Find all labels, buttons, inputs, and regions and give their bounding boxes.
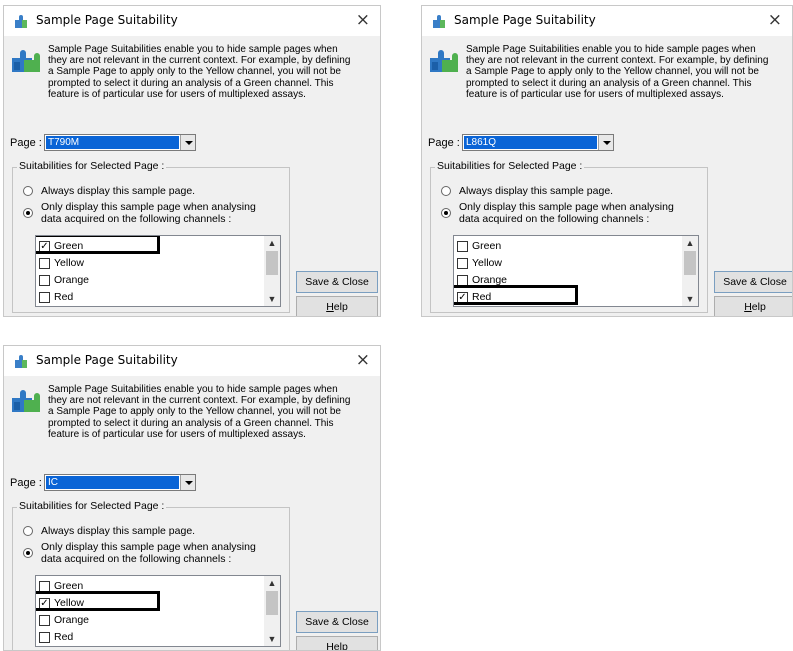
dialog-title: Sample Page Suitability	[36, 13, 178, 27]
channel-checkbox[interactable]	[457, 258, 468, 269]
channel-label: Yellow	[54, 257, 84, 269]
radio-button[interactable]	[23, 526, 33, 536]
scrollbar[interactable]: ▲ ▼	[682, 236, 698, 306]
scrollbar[interactable]: ▲ ▼	[264, 576, 280, 646]
radio-button[interactable]	[441, 186, 451, 196]
title-bar: Sample Page Suitability ×	[422, 6, 792, 36]
puzzle-pieces-icon	[12, 390, 40, 412]
page-dropdown-value: T790M	[46, 136, 179, 149]
channel-checkbox[interactable]	[39, 632, 50, 643]
sample-page-suitability-dialog: Sample Page Suitability × Sample Page Su…	[3, 5, 381, 317]
scroll-down-icon[interactable]: ▼	[264, 292, 280, 306]
dialog-title: Sample Page Suitability	[36, 353, 178, 367]
channel-label: Red	[54, 631, 74, 643]
channel-item-green[interactable]: Green	[457, 238, 677, 255]
radio-label: Only display this sample page when analy…	[41, 541, 256, 565]
scroll-up-icon[interactable]: ▲	[682, 236, 698, 250]
dialog-title: Sample Page Suitability	[454, 13, 596, 27]
save-close-button[interactable]: Save & Close	[296, 611, 378, 633]
page-dropdown[interactable]: T790M	[44, 134, 196, 151]
radio-label: Always display this sample page.	[459, 185, 614, 197]
radio-button[interactable]	[23, 208, 33, 218]
chevron-down-icon[interactable]	[180, 475, 195, 490]
group-label: Suitabilities for Selected Page :	[17, 160, 167, 172]
channel-checkbox[interactable]	[39, 292, 50, 303]
save-close-button[interactable]: Save & Close	[714, 271, 792, 293]
radio-button[interactable]	[23, 548, 33, 558]
title-bar: Sample Page Suitability ×	[4, 346, 380, 376]
highlight-box	[36, 591, 160, 611]
channel-label: Yellow	[472, 257, 502, 269]
description-text: Sample Page Suitabilities enable you to …	[466, 44, 769, 100]
channel-checkbox[interactable]	[457, 241, 468, 252]
chevron-down-icon[interactable]	[598, 135, 613, 150]
radio-button[interactable]	[23, 186, 33, 196]
scroll-up-icon[interactable]: ▲	[264, 576, 280, 590]
puzzle-pieces-icon	[430, 50, 458, 72]
description-text: Sample Page Suitabilities enable you to …	[48, 384, 351, 440]
radio-label: Only display this sample page when analy…	[459, 201, 674, 225]
channel-item-red[interactable]: Red	[39, 289, 259, 306]
channel-label: Orange	[54, 614, 90, 626]
page-label: Page :	[428, 137, 460, 149]
close-icon[interactable]: ×	[356, 10, 370, 30]
channels-listbox[interactable]: ✓ Green Yellow Orange Red ▲ ▼	[35, 235, 281, 307]
channel-label: Orange	[54, 274, 90, 286]
scroll-down-icon[interactable]: ▼	[264, 632, 280, 646]
radio-label: Only display this sample page when analy…	[41, 201, 256, 225]
channel-label: Red	[54, 291, 74, 303]
title-bar: Sample Page Suitability ×	[4, 6, 380, 36]
page-dropdown[interactable]: IC	[44, 474, 196, 491]
scroll-thumb[interactable]	[266, 591, 278, 615]
puzzle-icon	[15, 15, 27, 28]
scroll-up-icon[interactable]: ▲	[264, 236, 280, 250]
page-dropdown[interactable]: L861Q	[462, 134, 614, 151]
description-text: Sample Page Suitabilities enable you to …	[48, 44, 351, 100]
channel-label: Green	[472, 240, 502, 252]
highlight-box	[454, 285, 578, 305]
page-dropdown-value: L861Q	[464, 136, 597, 149]
channel-checkbox[interactable]	[39, 615, 50, 626]
channel-item-yellow[interactable]: Yellow	[39, 255, 259, 272]
save-close-button[interactable]: Save & Close	[296, 271, 378, 293]
highlight-box	[36, 236, 160, 254]
suitabilities-group: Suitabilities for Selected Page : Always…	[12, 500, 290, 650]
suitabilities-group: Suitabilities for Selected Page : Always…	[12, 160, 290, 313]
page-label: Page :	[10, 137, 42, 149]
scrollbar[interactable]: ▲ ▼	[264, 236, 280, 306]
close-icon[interactable]: ×	[356, 350, 370, 370]
suitabilities-group: Suitabilities for Selected Page : Always…	[430, 160, 708, 313]
group-label: Suitabilities for Selected Page :	[435, 160, 585, 172]
puzzle-icon	[15, 355, 27, 368]
puzzle-pieces-icon	[12, 50, 40, 72]
close-icon[interactable]: ×	[768, 10, 782, 30]
scroll-thumb[interactable]	[684, 251, 696, 275]
chevron-down-icon[interactable]	[180, 135, 195, 150]
group-label: Suitabilities for Selected Page :	[17, 500, 167, 512]
channel-item-red[interactable]: Red	[39, 629, 259, 646]
channel-item-orange[interactable]: Orange	[39, 272, 259, 289]
page-label: Page :	[10, 477, 42, 489]
channels-listbox[interactable]: Green ✓ Yellow Orange Red ▲ ▼	[35, 575, 281, 647]
radio-button[interactable]	[441, 208, 451, 218]
puzzle-icon	[433, 15, 445, 28]
page-dropdown-value: IC	[46, 476, 179, 489]
help-button[interactable]: Help	[714, 296, 792, 316]
sample-page-suitability-dialog: Sample Page Suitability × Sample Page Su…	[3, 345, 381, 651]
scroll-down-icon[interactable]: ▼	[682, 292, 698, 306]
channels-listbox[interactable]: Green Yellow Orange ✓ Red ▲ ▼	[453, 235, 699, 307]
radio-label: Always display this sample page.	[41, 525, 196, 537]
help-button[interactable]: Help	[296, 636, 378, 650]
channel-item-yellow[interactable]: Yellow	[457, 255, 677, 272]
help-button[interactable]: Help	[296, 296, 378, 316]
channel-item-orange[interactable]: Orange	[39, 612, 259, 629]
radio-label: Always display this sample page.	[41, 185, 196, 197]
channel-checkbox[interactable]	[39, 275, 50, 286]
sample-page-suitability-dialog: Sample Page Suitability × Sample Page Su…	[421, 5, 793, 317]
scroll-thumb[interactable]	[266, 251, 278, 275]
channel-checkbox[interactable]	[39, 258, 50, 269]
